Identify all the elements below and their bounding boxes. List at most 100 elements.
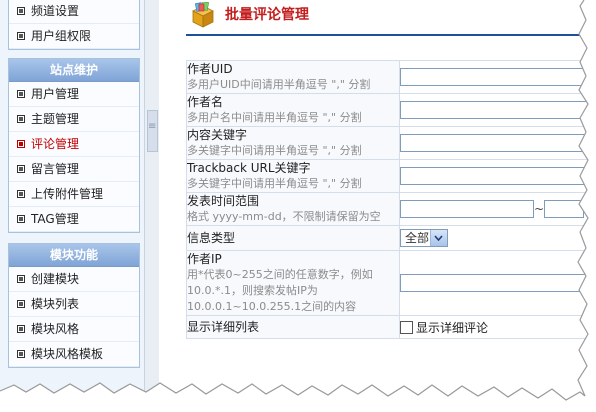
field-hint: 多用户名中间请用半角逗号 "," 分割: [187, 111, 362, 124]
sidebar-item-label: 用户组权限: [31, 29, 92, 43]
form-label-cell: 信息类型: [186, 225, 400, 251]
main-panel: 批量评论管理 作者UID 多用户UID中间请用半角逗号 "," 分割 作者名 多…: [159, 0, 596, 412]
form-label-cell: 作者IP 用*代表0~255之间的任意数字，例如10.0.*.1，则搜索发帖IP…: [186, 250, 400, 316]
form-row-info-type: 信息类型 全部: [186, 225, 596, 251]
info-type-select[interactable]: 全部: [400, 229, 448, 247]
bullet-icon: [17, 140, 25, 148]
form-row-content-keyword: 内容关键字 多关键字中间请用半角逗号 "," 分割: [186, 126, 596, 160]
bullet-icon: [17, 190, 25, 198]
field-label: 作者IP: [187, 252, 222, 266]
date-to-input[interactable]: [544, 200, 584, 218]
batch-comment-form: 作者UID 多用户UID中间请用半角逗号 "," 分割 作者名 多用户名中间请用…: [186, 60, 596, 339]
sidebar-item-create-module[interactable]: 创建模块: [9, 267, 139, 292]
sidebar-group-site-maintenance: 站点维护 用户管理 主题管理 评论管理 留言管理 上传附件管理 TAG管理: [8, 58, 140, 233]
sidebar-item-label: 创建模块: [31, 272, 80, 286]
sidebar-item-label: 模块风格: [31, 322, 80, 336]
title-divider: [186, 34, 596, 36]
bullet-icon: [17, 350, 25, 358]
content-keyword-input[interactable]: [400, 134, 590, 152]
sidebar-item-label: 主题管理: [31, 112, 80, 126]
sidebar-item-tag-management[interactable]: TAG管理: [9, 207, 139, 232]
form-label-cell: 发表时间范围 格式 yyyy-mm-dd，不限制请保留为空: [186, 192, 400, 226]
field-label: 信息类型: [187, 231, 236, 245]
detail-list-checkbox[interactable]: [400, 320, 413, 334]
field-label: 作者名: [187, 95, 224, 109]
form-label-cell: 显示详细列表: [186, 315, 400, 339]
form-input-cell: [399, 60, 596, 94]
sidebar-item-label: 频道设置: [31, 4, 80, 18]
sidebar-item-module-style[interactable]: 模块风格: [9, 317, 139, 342]
sidebar-item-user-group-permissions[interactable]: 用户组权限: [9, 24, 139, 49]
field-label: 显示详细列表: [187, 320, 260, 334]
bullet-icon: [17, 165, 25, 173]
author-uid-input[interactable]: [400, 68, 590, 86]
sidebar-item-message-management[interactable]: 留言管理: [9, 157, 139, 182]
sidebar-item-label: 模块风格模板: [31, 347, 104, 361]
detail-list-checkbox-label: 显示详细评论: [416, 320, 489, 335]
comments-box-icon: [192, 2, 214, 28]
field-label: 内容关键字: [187, 128, 248, 142]
field-label: 发表时间范围: [187, 194, 260, 208]
field-hint: 格式 yyyy-mm-dd，不限制请保留为空: [187, 210, 381, 223]
form-label-cell: 作者UID 多用户UID中间请用半角逗号 "," 分割: [186, 60, 400, 94]
bullet-icon: [17, 115, 25, 123]
sidebar-group-header: 模块功能: [9, 244, 139, 267]
date-range-separator: ~: [534, 202, 545, 216]
form-input-cell: 显示详细评论: [399, 315, 596, 339]
form-input-cell: [399, 159, 596, 193]
author-name-input[interactable]: [400, 101, 590, 119]
form-input-cell: ~: [399, 192, 596, 226]
field-hint: 多关键字中间请用半角逗号 "," 分割: [187, 144, 362, 157]
form-label-cell: 作者名 多用户名中间请用半角逗号 "," 分割: [186, 93, 400, 127]
form-row-detail-list: 显示详细列表 显示详细评论: [186, 315, 596, 339]
sidebar-group-modules: 模块功能 创建模块 模块列表 模块风格 模块风格模板: [8, 243, 140, 368]
form-row-date-range: 发表时间范围 格式 yyyy-mm-dd，不限制请保留为空 ~: [186, 192, 596, 226]
sidebar: 频道设置 用户组权限 站点维护 用户管理 主题管理 评论管理 留言管理 上传附件…: [0, 0, 144, 412]
chevron-down-icon[interactable]: [430, 230, 447, 246]
page: 频道设置 用户组权限 站点维护 用户管理 主题管理 评论管理 留言管理 上传附件…: [0, 0, 596, 412]
form-row-author-name: 作者名 多用户名中间请用半角逗号 "," 分割: [186, 93, 596, 127]
field-hint: 用*代表0~255之间的任意数字，例如10.0.*.1，则搜索发帖IP为10.0…: [187, 268, 373, 313]
sidebar-item-label: 留言管理: [31, 162, 80, 176]
form-input-cell: [399, 250, 596, 316]
form-row-author-ip: 作者IP 用*代表0~255之间的任意数字，例如10.0.*.1，则搜索发帖IP…: [186, 250, 596, 316]
field-label: Trackback URL关键字: [187, 161, 311, 175]
form-label-cell: 内容关键字 多关键字中间请用半角逗号 "," 分割: [186, 126, 400, 160]
bullet-icon: [17, 7, 25, 15]
bullet-icon: [17, 275, 25, 283]
sidebar-item-label: 评论管理: [31, 137, 80, 151]
form-input-cell: [399, 93, 596, 127]
info-type-selected-value: 全部: [405, 231, 430, 245]
form-input-cell: 全部: [399, 225, 596, 251]
date-from-input[interactable]: [400, 200, 534, 218]
sidebar-item-label: 用户管理: [31, 87, 80, 101]
page-title: 批量评论管理: [225, 7, 309, 23]
bullet-icon: [17, 90, 25, 98]
bullet-icon: [17, 325, 25, 333]
author-ip-input[interactable]: [400, 274, 590, 292]
sidebar-item-topic-management[interactable]: 主题管理: [9, 107, 139, 132]
field-label: 作者UID: [187, 62, 233, 76]
sidebar-item-channel-settings[interactable]: 频道设置: [9, 0, 139, 24]
form-label-cell: Trackback URL关键字 多关键字中间请用半角逗号 "," 分割: [186, 159, 400, 193]
field-hint: 多用户UID中间请用半角逗号 "," 分割: [187, 78, 371, 91]
form-row-author-uid: 作者UID 多用户UID中间请用半角逗号 "," 分割: [186, 60, 596, 94]
form-input-cell: [399, 126, 596, 160]
sidebar-group-header: 站点维护: [9, 59, 139, 82]
sidebar-group-settings: 频道设置 用户组权限: [8, 0, 140, 50]
sidebar-item-attachment-management[interactable]: 上传附件管理: [9, 182, 139, 207]
sidebar-item-user-management[interactable]: 用户管理: [9, 82, 139, 107]
bullet-icon: [17, 32, 25, 40]
scrollbar-thumb[interactable]: [147, 110, 158, 152]
bullet-icon: [17, 300, 25, 308]
form-row-trackback-keyword: Trackback URL关键字 多关键字中间请用半角逗号 "," 分割: [186, 159, 596, 193]
sidebar-item-label: TAG管理: [31, 212, 79, 226]
field-hint: 多关键字中间请用半角逗号 "," 分割: [187, 177, 362, 190]
sidebar-item-module-list[interactable]: 模块列表: [9, 292, 139, 317]
trackback-keyword-input[interactable]: [400, 167, 590, 185]
sidebar-item-comment-management[interactable]: 评论管理: [9, 132, 139, 157]
sidebar-item-module-style-template[interactable]: 模块风格模板: [9, 342, 139, 367]
sidebar-item-label: 模块列表: [31, 297, 80, 311]
sidebar-scrollbar[interactable]: [144, 0, 159, 412]
bullet-icon: [17, 215, 25, 223]
